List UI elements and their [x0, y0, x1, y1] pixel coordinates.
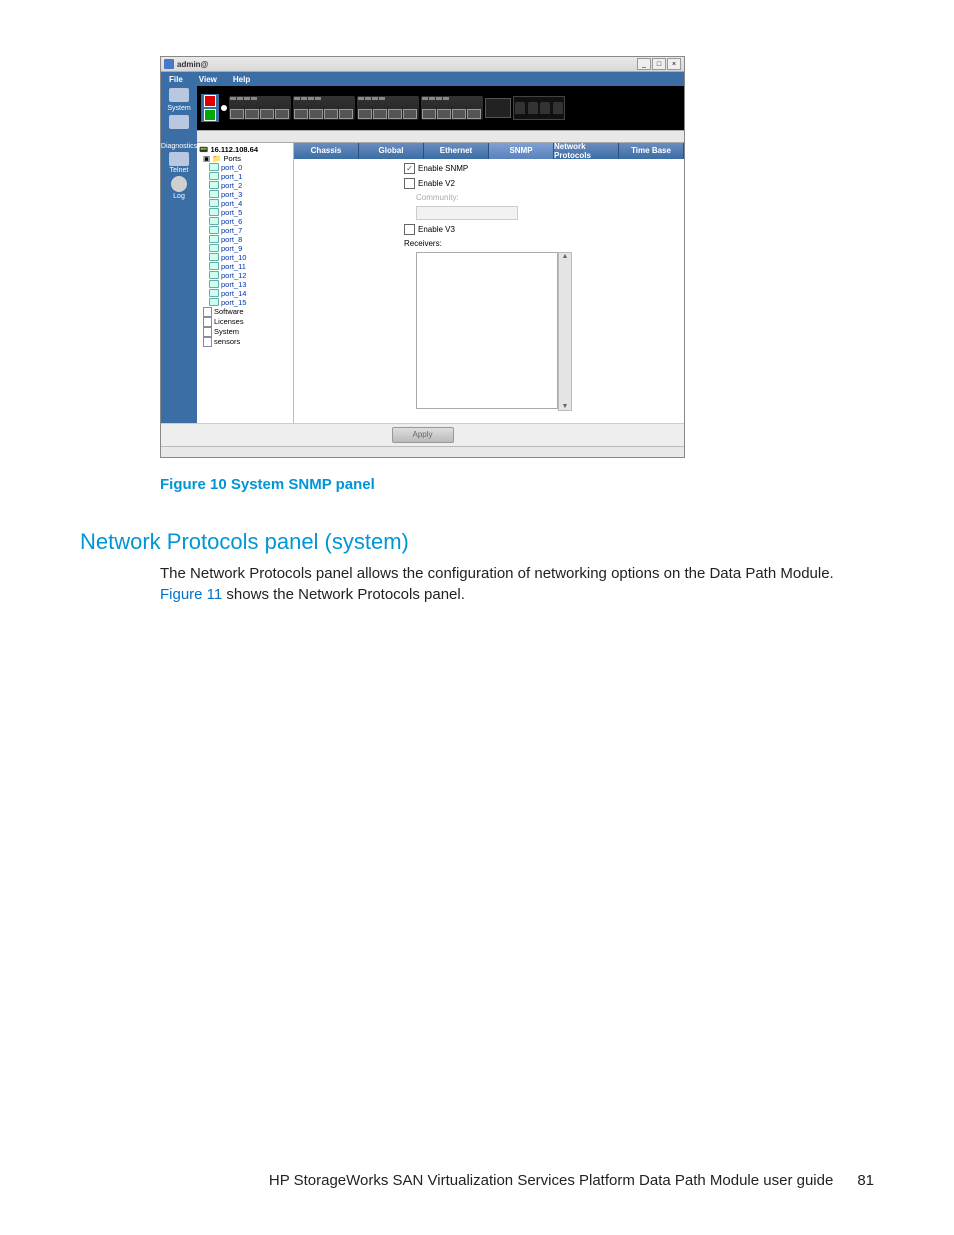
- scroll-up-icon[interactable]: ▲: [562, 253, 569, 260]
- tree-port-10[interactable]: port_10: [199, 253, 291, 262]
- tab-snmp[interactable]: SNMP: [489, 143, 554, 159]
- apply-button[interactable]: Apply: [392, 427, 454, 443]
- sidebar-item-system[interactable]: System: [167, 105, 190, 113]
- diagnostics-icon[interactable]: [169, 152, 189, 166]
- receivers-listbox[interactable]: [416, 252, 558, 409]
- menu-help[interactable]: Help: [225, 75, 258, 84]
- menu-file[interactable]: File: [161, 75, 191, 84]
- figure-caption: Figure 10 System SNMP panel: [160, 476, 874, 493]
- section-heading: Network Protocols panel (system): [80, 529, 874, 555]
- page-footer: HP StorageWorks SAN Virtualization Servi…: [269, 1172, 874, 1189]
- power-module: [201, 94, 219, 122]
- menu-view[interactable]: View: [191, 75, 225, 84]
- maximize-button[interactable]: □: [652, 58, 666, 70]
- close-button[interactable]: ×: [667, 58, 681, 70]
- download-indicator-green: [204, 109, 216, 121]
- port-bank-2: [293, 96, 355, 120]
- bottom-scrollbar[interactable]: [161, 446, 684, 457]
- port-bank-4: [421, 96, 483, 120]
- tree-folder-ports[interactable]: ▣ 📁 Ports: [199, 154, 291, 163]
- led-icon: [221, 105, 227, 111]
- tree-port-14[interactable]: port_14: [199, 289, 291, 298]
- page-number: 81: [857, 1172, 874, 1189]
- chassis-diagram: [197, 86, 684, 130]
- menu-bar: File View Help: [161, 72, 684, 86]
- scroll-down-icon[interactable]: ▼: [562, 403, 569, 410]
- enable-v2-checkbox[interactable]: [404, 178, 415, 189]
- telnet-icon[interactable]: [171, 176, 187, 192]
- window-title: admin@: [177, 60, 208, 69]
- tab-time-base[interactable]: Time Base: [619, 143, 684, 159]
- tree-root-ip[interactable]: 📟 16.112.108.64: [199, 145, 291, 154]
- power-indicator-red: [204, 95, 216, 107]
- app-window: admin@ _ □ × File View Help System: [160, 56, 685, 458]
- tree-port-15[interactable]: port_15: [199, 298, 291, 307]
- tree-port-0[interactable]: port_0: [199, 163, 291, 172]
- port-bank-3: [357, 96, 419, 120]
- tab-network-protocols[interactable]: Network Protocols: [554, 143, 619, 159]
- left-icon-column-top: System: [161, 86, 197, 130]
- tree-port-9[interactable]: port_9: [199, 244, 291, 253]
- receivers-label: Receivers:: [404, 239, 572, 248]
- tree-port-13[interactable]: port_13: [199, 280, 291, 289]
- apply-row: Apply: [161, 423, 684, 446]
- tab-global[interactable]: Global: [359, 143, 424, 159]
- tree-port-1[interactable]: port_1: [199, 172, 291, 181]
- tree-port-2[interactable]: port_2: [199, 181, 291, 190]
- tab-chassis[interactable]: Chassis: [294, 143, 359, 159]
- body-paragraph-2: Figure 11 shows the Network Protocols pa…: [160, 584, 874, 606]
- body-paragraph-1: The Network Protocols panel allows the c…: [160, 563, 874, 585]
- sidebar-item-log[interactable]: Log: [173, 193, 185, 200]
- tree-licenses[interactable]: Licenses: [199, 317, 291, 327]
- port-bank-1: [229, 96, 291, 120]
- enable-v3-label: Enable V3: [418, 225, 455, 234]
- footer-text: HP StorageWorks SAN Virtualization Servi…: [269, 1172, 833, 1189]
- receivers-scrollbar[interactable]: ▲ ▼: [558, 252, 572, 411]
- tab-strip: Chassis Global Ethernet SNMP Network Pro…: [294, 143, 684, 159]
- tree-port-7[interactable]: port_7: [199, 226, 291, 235]
- tree-panel: 📟 16.112.108.64 ▣ 📁 Ports port_0 port_1 …: [197, 143, 294, 423]
- enable-snmp-checkbox[interactable]: ✓: [404, 163, 415, 174]
- window-titlebar: admin@ _ □ ×: [161, 57, 684, 72]
- tree-port-3[interactable]: port_3: [199, 190, 291, 199]
- left-nav: Diagnostics Telnet Log: [161, 143, 197, 423]
- enable-v3-checkbox[interactable]: [404, 224, 415, 235]
- tree-port-11[interactable]: port_11: [199, 262, 291, 271]
- tree-system[interactable]: System: [199, 327, 291, 337]
- fan-module: [513, 96, 565, 120]
- minimize-button[interactable]: _: [637, 58, 651, 70]
- tree-port-6[interactable]: port_6: [199, 217, 291, 226]
- tab-ethernet[interactable]: Ethernet: [424, 143, 489, 159]
- enable-v2-label: Enable V2: [418, 179, 455, 188]
- tree-sensors[interactable]: sensors: [199, 337, 291, 347]
- community-input[interactable]: [416, 206, 518, 220]
- tree-software[interactable]: Software: [199, 307, 291, 317]
- tree-port-12[interactable]: port_12: [199, 271, 291, 280]
- sidebar-item-diagnostics[interactable]: Diagnostics: [161, 143, 197, 150]
- enable-snmp-label: Enable SNMP: [418, 164, 468, 173]
- tree-port-5[interactable]: port_5: [199, 208, 291, 217]
- app-icon: [164, 59, 174, 69]
- community-label: Community:: [416, 193, 572, 202]
- sidebar-item-telnet[interactable]: Telnet: [170, 167, 189, 174]
- chassis-icon[interactable]: [169, 88, 189, 102]
- snmp-panel-body: ✓ Enable SNMP Enable V2 Community: Enabl…: [294, 159, 684, 423]
- system-icon[interactable]: [169, 115, 189, 129]
- tree-port-4[interactable]: port_4: [199, 199, 291, 208]
- center-panel: Chassis Global Ethernet SNMP Network Pro…: [294, 143, 684, 423]
- figure-11-link[interactable]: Figure 11: [160, 586, 222, 603]
- mgmt-port-icon: [485, 98, 511, 118]
- tree-port-8[interactable]: port_8: [199, 235, 291, 244]
